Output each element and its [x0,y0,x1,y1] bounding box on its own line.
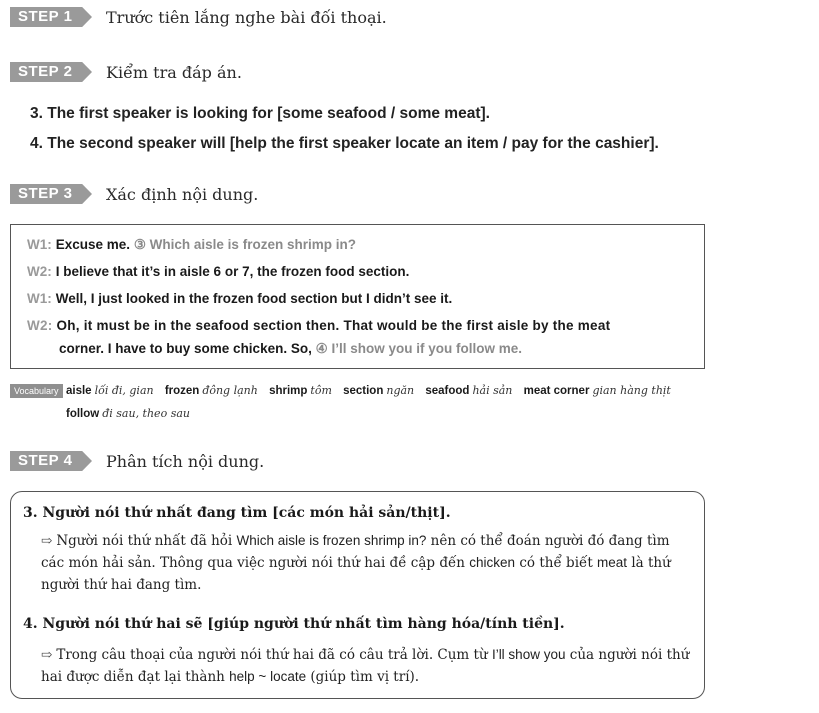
vocabulary-row: aisle lối đi, gian frozen đông lạnh shrimp… [66,384,679,397]
vocab-meaning: đông lạnh [202,384,258,397]
vocab-meaning: lối đi, gian [94,384,154,397]
step-instruction: Trước tiên lắng nghe bài đối thoại. [106,7,387,27]
dialog-text: Excuse me. [55,237,131,252]
arrow-icon: ⇨ [41,647,53,663]
analysis-english: help ~ locate [229,669,307,684]
dialog-text: corner. I have to buy some chicken. So, [59,341,312,356]
arrow-icon: ⇨ [41,533,53,549]
question-3: 3. The first speaker is looking for [som… [30,105,490,122]
vocab-meaning: gian hàng thịt [592,384,671,397]
analysis-box: 3. Người nói thứ nhất đang tìm [các món … [10,491,705,699]
analysis-heading-4: 4. Người nói thứ hai sẽ [giúp người thứ … [23,616,565,632]
speaker-label: W1: [27,291,52,306]
dialog-hint: ③ Which aisle is frozen shrimp in? [133,237,356,252]
vocab-word: section [343,385,384,397]
analysis-english: Which aisle is frozen shrimp in? [236,533,427,548]
speaker-label: W2: [27,264,52,279]
dialog-line: corner. I have to buy some chicken. So, … [59,341,522,357]
step-badge: STEP 2 [10,62,92,82]
analysis-body-3: ⇨ Người nói thứ nhất đã hỏi Which aisle i… [41,530,696,596]
vocab-meaning: hải sản [472,384,513,397]
vocab-meaning: ngăn [386,384,415,397]
analysis-body-4: ⇨ Trong câu thoại của người nói thứ hai đ… [41,644,696,688]
vocab-word: aisle [66,385,92,397]
step-instruction: Xác định nội dung. [106,184,259,204]
analysis-text: có thể biết [515,555,598,571]
analysis-english: I’ll show you [491,647,566,662]
step-instruction: Kiểm tra đáp án. [106,62,242,82]
dialog-line: W1: Excuse me. ③ Which aisle is frozen sh… [27,237,356,253]
dialog-text: Oh, it must be in the seafood section th… [56,318,611,333]
step-1-header: STEP 1 Trước tiên lắng nghe bài đối thoạ… [10,6,387,28]
vocab-word: seafood [425,385,470,397]
step-badge: STEP 4 [10,451,92,471]
analysis-text: (giúp tìm vị trí). [306,669,420,685]
step-4-header: STEP 4 Phân tích nội dung. [10,450,264,472]
step-badge: STEP 1 [10,7,92,27]
dialog-line: W2: Oh, it must be in the seafood section… [27,318,610,333]
dialog-transcript: W1: Excuse me. ③ Which aisle is frozen sh… [10,224,705,369]
dialog-line: W1: Well, I just looked in the frozen foo… [27,291,452,306]
vocab-meaning: tôm [310,384,332,397]
analysis-english: chicken [469,555,516,570]
dialog-line: W2: I believe that it’s in aisle 6 or 7, … [27,264,409,279]
question-4: 4. The second speaker will [help the fir… [30,135,659,152]
speaker-label: W2: [27,318,53,333]
step-instruction: Phân tích nội dung. [106,451,265,471]
vocab-word: meat corner [523,385,590,397]
step-badge: STEP 3 [10,184,92,204]
vocabulary-tag: Vocabulary [10,384,63,398]
analysis-english: meat [597,555,628,570]
vocabulary-row: follow đi sau, theo sau [66,407,198,420]
speaker-label: W1: [27,237,52,252]
dialog-hint: ④ I’ll show you if you follow me. [315,341,522,356]
vocab-word: shrimp [269,385,308,397]
dialog-text: I believe that it’s in aisle 6 or 7, the… [55,264,410,279]
analysis-text: Trong câu thoại của người nói thứ hai đã… [56,647,492,663]
dialog-text: Well, I just looked in the frozen food s… [55,291,453,306]
analysis-text: Người nói thứ nhất đã hỏi [56,533,237,549]
step-3-header: STEP 3 Xác định nội dung. [10,183,258,205]
vocab-meaning: đi sau, theo sau [102,407,190,420]
vocab-word: frozen [164,385,200,397]
analysis-heading-3: 3. Người nói thứ nhất đang tìm [các món … [23,505,451,521]
step-2-header: STEP 2 Kiểm tra đáp án. [10,61,242,83]
vocab-word: follow [66,408,100,420]
